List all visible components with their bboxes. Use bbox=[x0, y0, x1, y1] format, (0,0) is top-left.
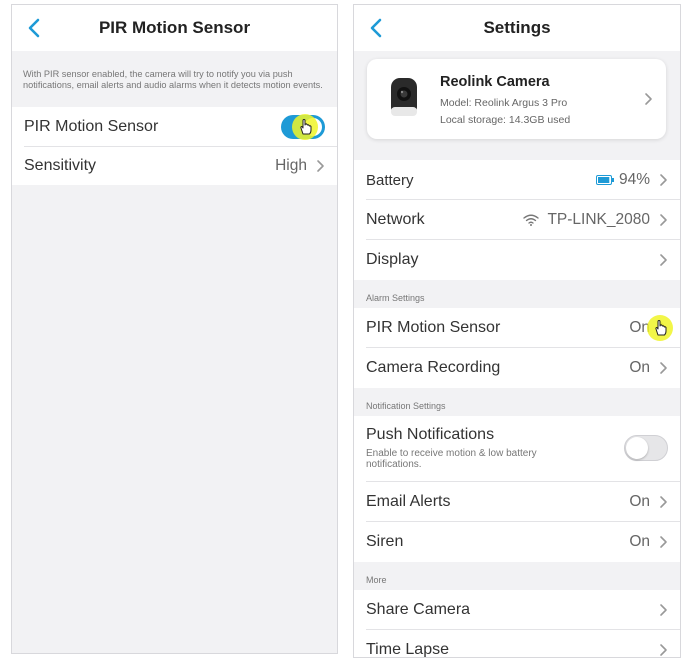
nav-bar: PIR Motion Sensor bbox=[12, 5, 337, 51]
camera-icon bbox=[391, 78, 417, 116]
pir-motion-sensor-label: PIR Motion Sensor bbox=[24, 118, 159, 135]
email-alerts-label: Email Alerts bbox=[366, 493, 451, 510]
chevron-right-icon bbox=[660, 496, 667, 508]
settings-screen: Settings Reolink Camera Model: Reolink A… bbox=[353, 4, 681, 658]
camera-recording-value: On bbox=[629, 359, 650, 376]
sensitivity-row[interactable]: Sensitivity High bbox=[12, 147, 337, 185]
siren-label: Siren bbox=[366, 533, 404, 550]
sensitivity-value: High bbox=[275, 157, 307, 174]
nav-bar: Settings bbox=[354, 5, 680, 51]
network-label: Network bbox=[366, 211, 425, 228]
chevron-right-icon bbox=[660, 214, 667, 226]
pir-description: With PIR sensor enabled, the camera will… bbox=[23, 69, 323, 90]
pir-motion-sensor-row[interactable]: PIR Motion Sensor On bbox=[354, 308, 680, 348]
time-lapse-label: Time Lapse bbox=[366, 641, 449, 658]
push-notifications-label: Push Notifications bbox=[366, 426, 495, 443]
battery-value: 94% bbox=[618, 171, 650, 188]
chevron-right-icon bbox=[660, 254, 667, 266]
camera-model: Model: Reolink Argus 3 Pro bbox=[440, 97, 568, 109]
chevron-right-icon bbox=[660, 174, 667, 186]
camera-recording-label: Camera Recording bbox=[366, 359, 501, 376]
sensitivity-label: Sensitivity bbox=[24, 157, 97, 174]
time-lapse-row[interactable]: Time Lapse bbox=[354, 630, 680, 658]
hand-pointer-icon bbox=[300, 119, 312, 135]
alarm-settings-header: Alarm Settings bbox=[366, 293, 425, 303]
chevron-right-icon bbox=[660, 644, 667, 656]
battery-row[interactable]: Battery 94% bbox=[354, 160, 680, 200]
notification-settings-header: Notification Settings bbox=[366, 401, 446, 411]
more-header: More bbox=[366, 575, 387, 585]
camera-recording-row[interactable]: Camera Recording On bbox=[354, 348, 680, 388]
wifi-icon bbox=[523, 214, 539, 226]
pir-motion-sensor-row: PIR Motion Sensor bbox=[12, 107, 337, 147]
share-camera-label: Share Camera bbox=[366, 601, 471, 618]
siren-row[interactable]: Siren On bbox=[354, 522, 680, 562]
email-alerts-row[interactable]: Email Alerts On bbox=[354, 482, 680, 522]
pir-motion-sensor-label: PIR Motion Sensor bbox=[366, 319, 501, 336]
camera-storage: Local storage: 14.3GB used bbox=[440, 114, 571, 126]
share-camera-row[interactable]: Share Camera bbox=[354, 590, 680, 630]
push-notifications-subtitle: Enable to receive motion & low battery n… bbox=[366, 448, 537, 470]
toggle-knob bbox=[626, 437, 648, 459]
pir-motion-sensor-screen: PIR Motion Sensor With PIR sensor enable… bbox=[11, 4, 338, 654]
camera-card[interactable]: Reolink Camera Model: Reolink Argus 3 Pr… bbox=[367, 59, 666, 139]
push-notifications-toggle[interactable] bbox=[624, 435, 668, 461]
network-value: TP-LINK_2080 bbox=[547, 211, 650, 228]
camera-name: Reolink Camera bbox=[440, 74, 550, 90]
battery-icon bbox=[596, 175, 614, 185]
email-alerts-value: On bbox=[629, 493, 650, 510]
siren-value: On bbox=[629, 533, 650, 550]
chevron-right-icon bbox=[660, 604, 667, 616]
hand-pointer-icon bbox=[655, 320, 667, 336]
display-row[interactable]: Display bbox=[354, 240, 680, 280]
page-title: Settings bbox=[483, 18, 551, 37]
battery-label: Battery bbox=[366, 172, 414, 189]
chevron-right-icon bbox=[645, 93, 652, 105]
chevron-right-icon bbox=[660, 362, 667, 374]
push-notifications-row: Push Notifications Enable to receive mot… bbox=[354, 416, 680, 482]
page-title: PIR Motion Sensor bbox=[98, 18, 251, 37]
chevron-right-icon bbox=[660, 536, 667, 548]
chevron-right-icon bbox=[317, 160, 324, 172]
display-label: Display bbox=[366, 251, 419, 268]
network-row[interactable]: Network TP-LINK_2080 bbox=[354, 200, 680, 240]
